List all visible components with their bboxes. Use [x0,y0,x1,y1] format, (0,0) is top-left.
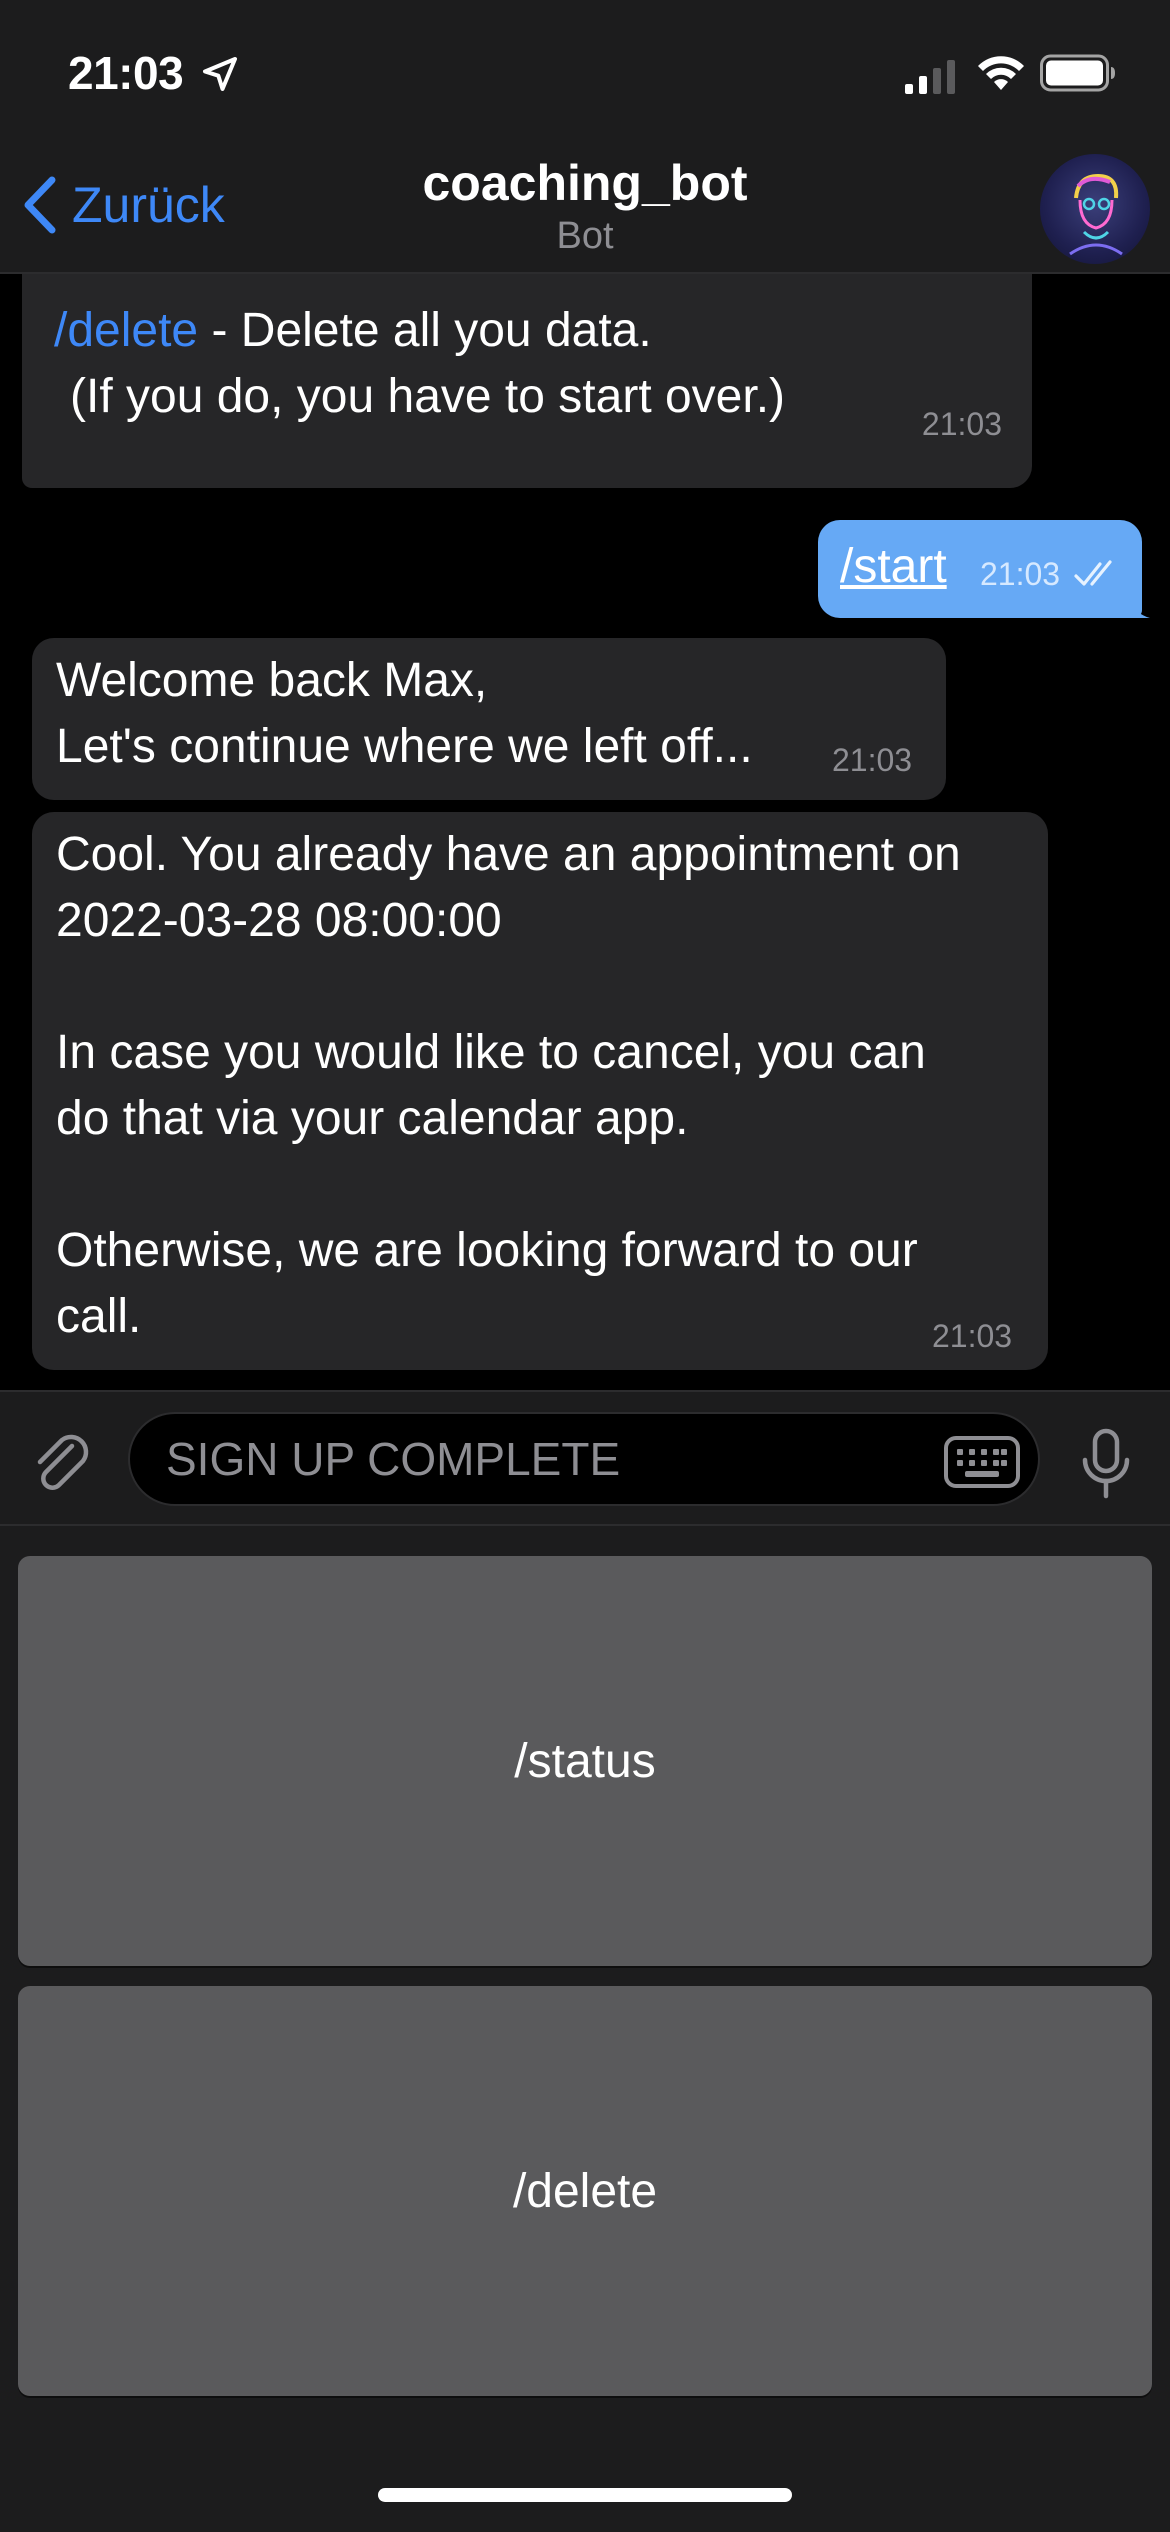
message-time: 21:03 [832,742,913,778]
status-bar: 21:03 [0,0,1170,150]
message-text: Otherwise, we are looking forward to our [56,1224,918,1277]
message-input[interactable] [128,1412,1040,1506]
paperclip-icon[interactable] [28,1430,98,1500]
bot-avatar-icon [1069,173,1123,256]
bot-keyboard: /status /delete [0,1526,1170,2532]
message-text: (If you do, you have to start over.) [70,370,786,423]
bubble-tail [1128,592,1150,618]
delete-command-button[interactable]: /delete [18,1986,1152,2396]
message-text: Welcome back Max, [56,654,488,707]
command-link[interactable]: /delete [54,304,198,357]
status-time: 21:03 [68,47,184,99]
message-bubble-incoming[interactable]: Welcome back Max, Let's continue where w… [32,638,946,800]
home-indicator[interactable] [378,2488,792,2502]
message-text: call. [56,1290,142,1343]
message-list[interactable]: /delete - Delete all you data. (If you d… [0,274,1170,1390]
message-time: 21:03 [980,556,1061,592]
message-time: 21:03 [921,406,1002,442]
keyboard-icon[interactable] [944,1436,1020,1488]
message-text: In case you would like to cancel, you ca… [56,1026,926,1079]
message-time: 21:03 [932,1318,1013,1354]
battery-icon [1040,54,1115,92]
chat-subtitle: Bot [556,215,614,257]
message-text: Let's continue where we left off... [56,720,753,773]
message-line: /delete - Delete all you data. [54,298,652,364]
location-arrow-icon [203,57,237,91]
bot-avatar[interactable] [1040,154,1150,264]
message-text: - Delete all you data. [198,304,652,357]
message-input-bar [0,1390,1170,1526]
message-text: do that via your calendar app. [56,1092,689,1145]
double-check-read-icon [1074,560,1112,586]
message-text: 2022-03-28 08:00:00 [56,894,502,947]
message-text: Cool. You already have an appointment on [56,828,961,881]
cellular-signal-icon [905,60,955,94]
status-command-button[interactable]: /status [18,1556,1152,1966]
message-text[interactable]: /start [840,534,947,600]
chat-title[interactable]: coaching_bot [0,152,1170,214]
message-bubble-incoming[interactable]: /delete - Delete all you data. (If you d… [22,274,1032,488]
microphone-icon[interactable] [1078,1428,1134,1500]
message-bubble-outgoing[interactable]: /start 21:03 [818,520,1142,618]
message-bubble-incoming[interactable]: Cool. You already have an appointment on… [32,812,1048,1370]
wifi-icon [978,56,1024,90]
